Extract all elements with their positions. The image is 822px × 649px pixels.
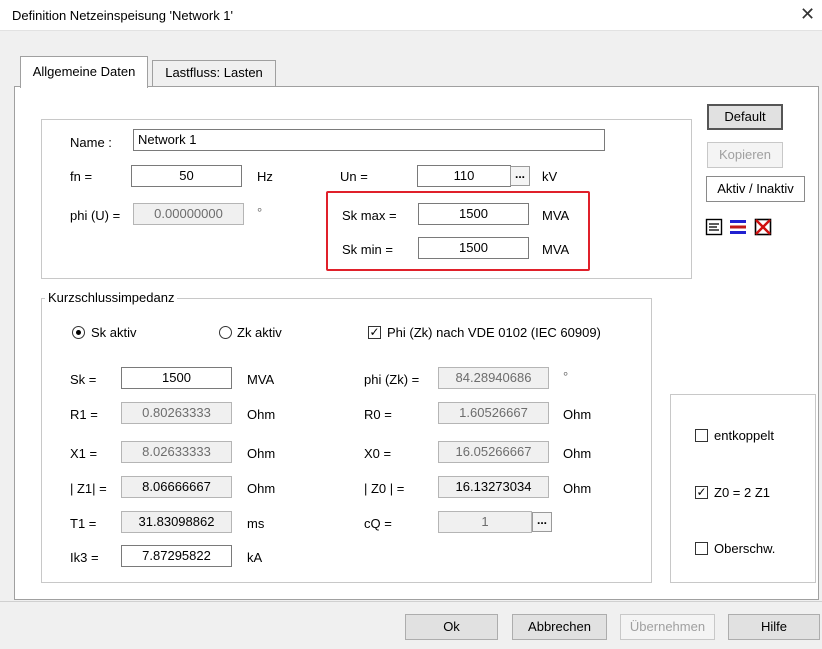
- decoupled-checkbox[interactable]: [695, 429, 708, 442]
- properties-icon[interactable]: [704, 217, 724, 237]
- phizk-input[interactable]: 84.28940686: [438, 367, 549, 389]
- z0-2z1-label: Z0 = 2 Z1: [714, 485, 770, 500]
- name-label: Name :: [70, 135, 112, 150]
- skmax-unit: MVA: [542, 208, 570, 223]
- z0-unit: Ohm: [563, 481, 592, 496]
- z1-label: | Z1| =: [70, 481, 107, 496]
- un-input[interactable]: 110: [417, 165, 511, 187]
- decoupled-label: entkoppelt: [714, 428, 774, 443]
- help-button[interactable]: Hilfe: [728, 614, 820, 640]
- ik3-input[interactable]: 7.87295822: [121, 545, 232, 567]
- x1-label: X1 =: [70, 446, 98, 461]
- sk-unit: MVA: [247, 372, 275, 387]
- title-bar: Definition Netzeinspeisung 'Network 1' ✕: [0, 0, 822, 30]
- tab-general-data[interactable]: Allgemeine Daten: [20, 56, 148, 88]
- sk-active-radio[interactable]: [72, 326, 85, 339]
- skmin-label: Sk min =: [342, 242, 393, 257]
- tab-loadflow-loads[interactable]: Lastfluss: Lasten: [152, 60, 276, 86]
- short-circuit-legend: Kurzschlussimpedanz: [45, 290, 178, 305]
- phi-vde-checkbox[interactable]: ✓: [368, 326, 381, 339]
- activate-toggle-button[interactable]: Aktiv / Inaktiv: [706, 176, 805, 202]
- skmax-input[interactable]: 1500: [418, 203, 529, 225]
- t1-label: T1 =: [70, 516, 97, 531]
- x0-unit: Ohm: [563, 446, 592, 461]
- tab-panel: Name : Network 1 fn = 50 Hz Un = 110 ...…: [14, 86, 819, 600]
- r0-input[interactable]: 1.60526667: [438, 402, 549, 424]
- phiu-input[interactable]: 0.00000000: [133, 203, 244, 225]
- z0-label: | Z0 | =: [364, 481, 405, 496]
- zk-active-radio[interactable]: [219, 326, 232, 339]
- phiu-label: phi (U) =: [70, 208, 121, 223]
- sk-input[interactable]: 1500: [121, 367, 232, 389]
- delete-icon[interactable]: [753, 217, 773, 237]
- cancel-button[interactable]: Abbrechen: [512, 614, 607, 640]
- harmonics-checkbox[interactable]: [695, 542, 708, 555]
- z0-2z1-checkbox[interactable]: ✓: [695, 486, 708, 499]
- x0-label: X0 =: [364, 446, 392, 461]
- z1-value: 8.06666667: [121, 476, 232, 498]
- x1-unit: Ohm: [247, 446, 276, 461]
- apply-button[interactable]: Übernehmen: [620, 614, 715, 640]
- copy-button[interactable]: Kopieren: [707, 142, 783, 168]
- ok-button[interactable]: Ok: [405, 614, 498, 640]
- un-unit: kV: [542, 169, 558, 184]
- r0-unit: Ohm: [563, 407, 592, 422]
- fn-label: fn =: [70, 169, 93, 184]
- cq-label: cQ =: [364, 516, 392, 531]
- phizk-unit: °: [563, 369, 569, 384]
- name-input[interactable]: Network 1: [133, 129, 605, 151]
- close-icon[interactable]: ✕: [800, 4, 815, 25]
- t1-unit: ms: [247, 516, 265, 531]
- skmin-input[interactable]: 1500: [418, 237, 529, 259]
- fn-unit: Hz: [257, 169, 273, 184]
- x0-input[interactable]: 16.05266667: [438, 441, 549, 463]
- r1-unit: Ohm: [247, 407, 276, 422]
- cq-browse-button[interactable]: ...: [532, 512, 552, 532]
- zk-active-label: Zk aktiv: [237, 325, 282, 340]
- cq-input[interactable]: 1: [438, 511, 532, 533]
- x1-input[interactable]: 8.02633333: [121, 441, 232, 463]
- phi-vde-label: Phi (Zk) nach VDE 0102 (IEC 60909): [387, 325, 601, 340]
- ik3-unit: kA: [247, 550, 263, 565]
- fn-input[interactable]: 50: [131, 165, 242, 187]
- sk-label: Sk =: [70, 372, 97, 387]
- harmonics-label: Oberschw.: [714, 541, 776, 556]
- default-button[interactable]: Default: [707, 104, 783, 130]
- window-title: Definition Netzeinspeisung 'Network 1': [12, 8, 234, 23]
- z1-unit: Ohm: [247, 481, 276, 496]
- r1-input[interactable]: 0.80263333: [121, 402, 232, 424]
- z0-value: 16.13273034: [438, 476, 549, 498]
- color-lines-icon[interactable]: [728, 217, 748, 237]
- skmax-label: Sk max =: [342, 208, 397, 223]
- t1-value: 31.83098862: [121, 511, 232, 533]
- un-browse-button[interactable]: ...: [510, 166, 530, 186]
- skmin-unit: MVA: [542, 242, 570, 257]
- r0-label: R0 =: [364, 407, 392, 422]
- un-label: Un =: [340, 169, 368, 184]
- phizk-label: phi (Zk) =: [364, 372, 420, 387]
- ik3-label: Ik3 =: [70, 550, 99, 565]
- phiu-unit: °: [257, 205, 263, 220]
- sk-active-label: Sk aktiv: [91, 325, 137, 340]
- r1-label: R1 =: [70, 407, 98, 422]
